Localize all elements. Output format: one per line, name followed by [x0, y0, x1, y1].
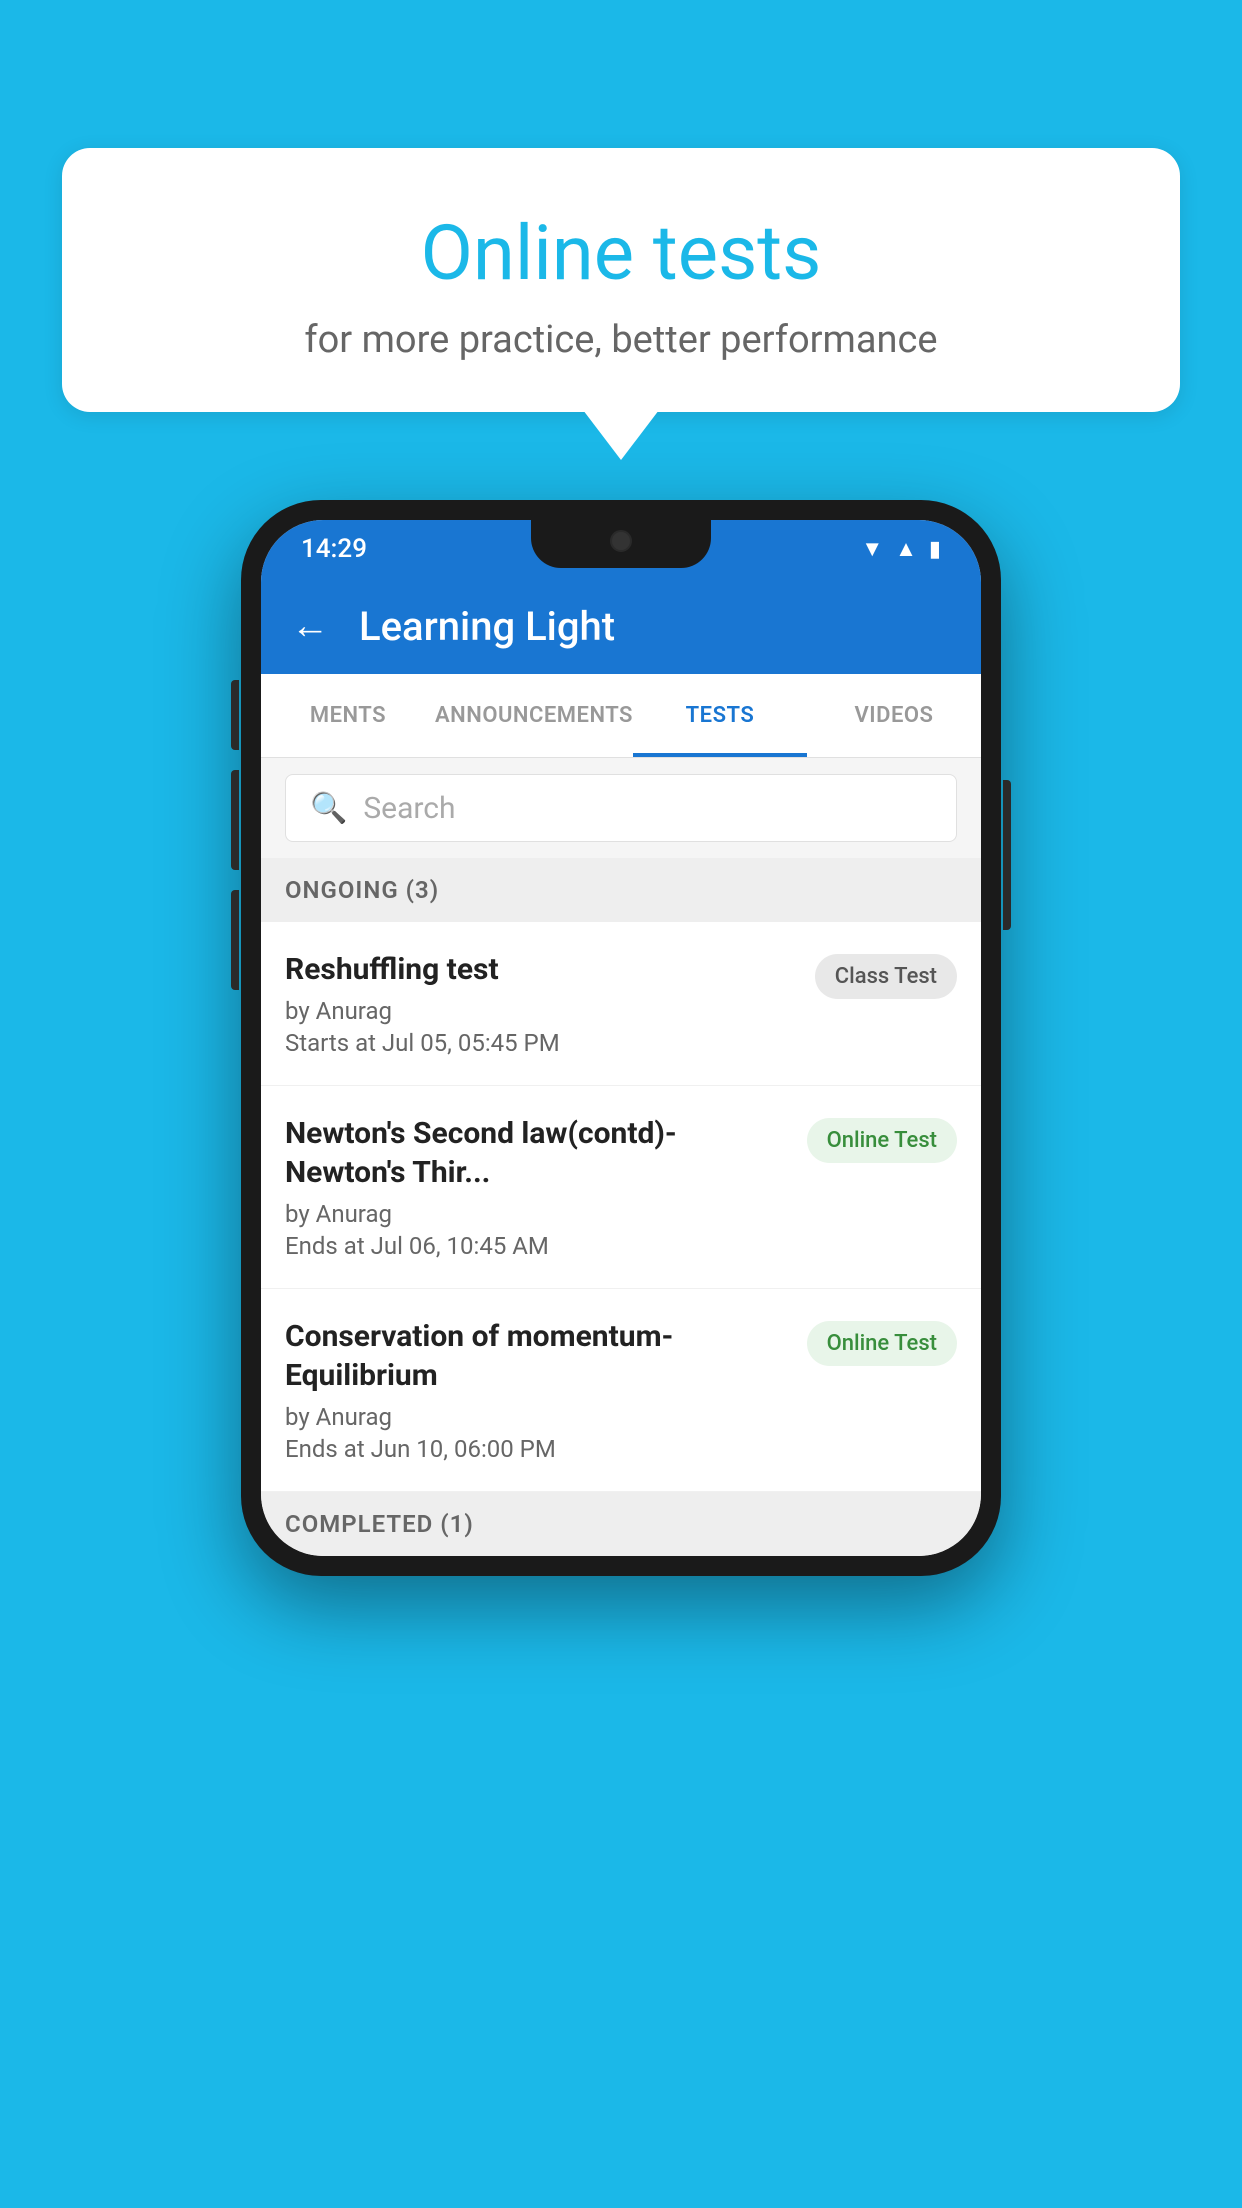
phone-notch [531, 520, 711, 568]
test-info-2: Newton's Second law(contd)-Newton's Thir… [285, 1114, 791, 1260]
phone-side-button-3 [231, 890, 239, 990]
test-by-3: by Anurag [285, 1403, 791, 1431]
search-container: 🔍 Search [261, 758, 981, 858]
completed-section-header: COMPLETED (1) [261, 1492, 981, 1556]
test-item-1[interactable]: Reshuffling test by Anurag Starts at Jul… [261, 922, 981, 1086]
test-title-2: Newton's Second law(contd)-Newton's Thir… [285, 1114, 791, 1192]
top-bar: ← Learning Light [261, 578, 981, 674]
phone-frame: 14:29 ▼ ▲ ▮ ← Learning Light MENTS ANNOU… [241, 500, 1001, 1576]
speech-bubble: Online tests for more practice, better p… [62, 148, 1180, 412]
test-badge-3: Online Test [807, 1321, 957, 1366]
test-list: Reshuffling test by Anurag Starts at Jul… [261, 922, 981, 1492]
test-badge-1: Class Test [815, 954, 957, 999]
search-placeholder: Search [363, 791, 455, 826]
test-date-2: Ends at Jul 06, 10:45 AM [285, 1232, 791, 1260]
phone-side-button-2 [231, 770, 239, 870]
tab-videos[interactable]: VIDEOS [807, 674, 981, 757]
battery-icon: ▮ [929, 537, 941, 562]
test-by-1: by Anurag [285, 997, 799, 1025]
search-icon: 🔍 [310, 791, 347, 826]
tab-assignments[interactable]: MENTS [261, 674, 435, 757]
phone-side-button-right [1003, 780, 1011, 930]
test-by-2: by Anurag [285, 1200, 791, 1228]
tab-announcements[interactable]: ANNOUNCEMENTS [435, 674, 633, 757]
speech-bubble-subtitle: for more practice, better performance [112, 318, 1130, 362]
phone-screen: 14:29 ▼ ▲ ▮ ← Learning Light MENTS ANNOU… [261, 520, 981, 1556]
back-button[interactable]: ← [291, 604, 329, 648]
status-time: 14:29 [301, 534, 367, 564]
tab-tests[interactable]: TESTS [633, 674, 807, 757]
app-title: Learning Light [359, 603, 615, 650]
phone-side-button-1 [231, 680, 239, 750]
wifi-icon: ▼ [861, 536, 883, 562]
test-date-3: Ends at Jun 10, 06:00 PM [285, 1435, 791, 1463]
speech-bubble-title: Online tests [112, 208, 1130, 298]
test-title-1: Reshuffling test [285, 950, 799, 989]
test-info-1: Reshuffling test by Anurag Starts at Jul… [285, 950, 799, 1057]
test-badge-2: Online Test [807, 1118, 957, 1163]
test-title-3: Conservation of momentum-Equilibrium [285, 1317, 791, 1395]
test-item-3[interactable]: Conservation of momentum-Equilibrium by … [261, 1289, 981, 1492]
tab-bar: MENTS ANNOUNCEMENTS TESTS VIDEOS [261, 674, 981, 758]
phone-camera [610, 530, 632, 552]
search-bar[interactable]: 🔍 Search [285, 774, 957, 842]
test-item-2[interactable]: Newton's Second law(contd)-Newton's Thir… [261, 1086, 981, 1289]
test-date-1: Starts at Jul 05, 05:45 PM [285, 1029, 799, 1057]
signal-icon: ▲ [895, 536, 917, 562]
ongoing-section-header: ONGOING (3) [261, 858, 981, 922]
test-info-3: Conservation of momentum-Equilibrium by … [285, 1317, 791, 1463]
phone-wrapper: 14:29 ▼ ▲ ▮ ← Learning Light MENTS ANNOU… [241, 500, 1001, 1576]
status-icons: ▼ ▲ ▮ [861, 536, 941, 562]
